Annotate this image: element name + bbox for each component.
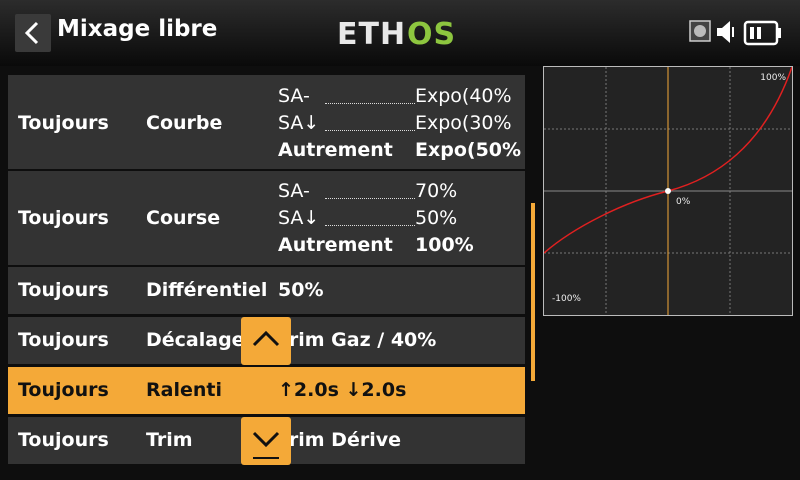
svg-text:ETH: ETH [337, 17, 406, 49]
list-item[interactable]: Toujours Courbe SA- Expo(40% SA↓ Expo(30… [8, 75, 525, 169]
function-label: Trim [146, 429, 193, 451]
condition-label: Toujours [18, 279, 109, 301]
graph-center-label: 0% [676, 197, 691, 207]
curve-graph: 100% 0% -100% [543, 66, 793, 316]
list-item[interactable]: Toujours Course SA- 70% SA↓ 50% Autremen… [8, 171, 525, 265]
svg-text:OS: OS [407, 17, 456, 49]
dotted-leader [325, 198, 415, 199]
mix-list: Toujours Courbe SA- Expo(40% SA↓ Expo(30… [8, 72, 525, 466]
condition-label: Toujours [18, 329, 109, 351]
underline [253, 457, 279, 459]
chevron-down-icon [252, 431, 280, 448]
switch-label: SA- [278, 180, 310, 202]
switch-label: SA↓ [278, 207, 320, 229]
condition-label: Toujours [18, 429, 109, 451]
dotted-leader [325, 225, 415, 226]
switch-label: Autrement [278, 234, 393, 256]
value-label: ↑2.0s ↓2.0s [278, 379, 407, 401]
ethos-logo: ETH OS [337, 17, 462, 53]
list-item-selected[interactable]: Toujours Ralenti ↑2.0s ↓2.0s [8, 367, 525, 414]
move-down-button[interactable] [241, 417, 291, 465]
value-label: Trim Gaz / 40% [278, 329, 437, 351]
list-item[interactable]: Toujours Différentiel 50% [8, 267, 525, 314]
speaker-icon[interactable] [716, 20, 738, 48]
function-label: Différentiel [146, 279, 268, 301]
chevron-up-icon [252, 330, 280, 347]
value-label: Trim Dérive [278, 429, 401, 451]
scrollbar[interactable] [531, 203, 535, 381]
value-label: 70% [415, 180, 458, 202]
back-arrow-icon [24, 21, 39, 45]
dotted-leader [325, 130, 415, 131]
page-title: Mixage libre [57, 16, 218, 42]
back-button[interactable] [15, 14, 51, 52]
switch-label: Autrement [278, 139, 393, 161]
function-label: Décalage [146, 329, 245, 351]
graph-min-label: -100% [552, 294, 581, 304]
condition-label: Toujours [18, 207, 109, 229]
battery-icon[interactable] [743, 20, 783, 50]
record-icon[interactable] [689, 20, 711, 46]
value-label: Expo(50% [415, 139, 522, 161]
condition-label: Toujours [18, 379, 109, 401]
graph-max-label: 100% [760, 73, 786, 83]
function-label: Course [146, 207, 221, 229]
switch-label: SA↓ [278, 112, 320, 134]
function-label: Ralenti [146, 379, 222, 401]
function-label: Courbe [146, 112, 223, 134]
value-label: 50% [278, 279, 324, 301]
header-bar: Mixage libre ETH OS [0, 0, 800, 66]
condition-label: Toujours [18, 112, 109, 134]
value-label: 100% [415, 234, 474, 256]
move-up-button[interactable] [241, 317, 291, 365]
value-label: 50% [415, 207, 458, 229]
dotted-leader [325, 103, 415, 104]
value-label: Expo(40% [415, 85, 512, 107]
switch-label: SA- [278, 85, 310, 107]
value-label: Expo(30% [415, 112, 512, 134]
